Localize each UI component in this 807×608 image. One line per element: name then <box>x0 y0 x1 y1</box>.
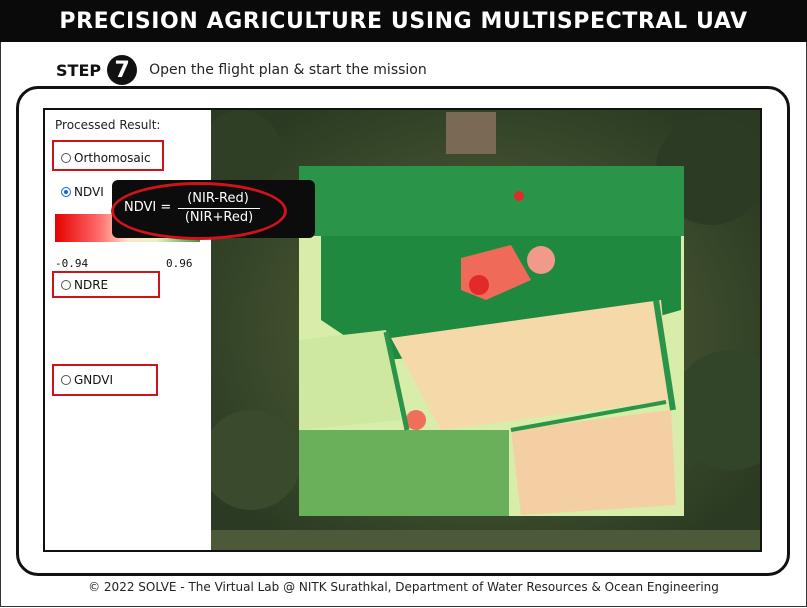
legend-min: -0.94 <box>55 257 89 270</box>
radio-label: Orthomosaic <box>74 151 151 165</box>
radio-label: GNDVI <box>74 373 114 387</box>
step-instruction: Open the flight plan & start the mission <box>149 62 427 78</box>
radio-orthomosaic[interactable]: Orthomosaic <box>61 151 151 165</box>
radio-button[interactable] <box>61 375 71 385</box>
legend-max: 0.96 <box>166 257 193 270</box>
radio-ndvi[interactable]: NDVI <box>61 185 104 199</box>
radio-ndre[interactable]: NDRE <box>61 278 108 292</box>
radio-button[interactable] <box>61 153 71 163</box>
radio-button-selected[interactable] <box>61 187 71 197</box>
panel-title: Processed Result: <box>55 118 161 132</box>
step-label: STEP <box>56 60 102 80</box>
radio-label: NDRE <box>74 278 109 292</box>
ndvi-map-view[interactable] <box>211 110 760 550</box>
radio-label: NDVI <box>74 185 104 199</box>
step-number-badge: 7 <box>107 55 138 85</box>
page-title: PRECISION AGRICULTURE USING MULTISPECTRA… <box>0 0 807 42</box>
footer-copyright: © 2022 SOLVE - The Virtual Lab @ NITK Su… <box>88 580 719 594</box>
step-header: STEP 7 Open the flight plan & start the … <box>56 55 427 85</box>
app-screen: Processed Result: Orthomosaic NDVI -0.94… <box>43 108 762 552</box>
ndvi-map-image <box>211 110 760 550</box>
result-panel: Processed Result: Orthomosaic NDVI -0.94… <box>45 110 211 550</box>
radio-button[interactable] <box>61 280 71 290</box>
radio-gndvi[interactable]: GNDVI <box>61 373 113 387</box>
formula-highlight-ellipse <box>111 182 287 240</box>
